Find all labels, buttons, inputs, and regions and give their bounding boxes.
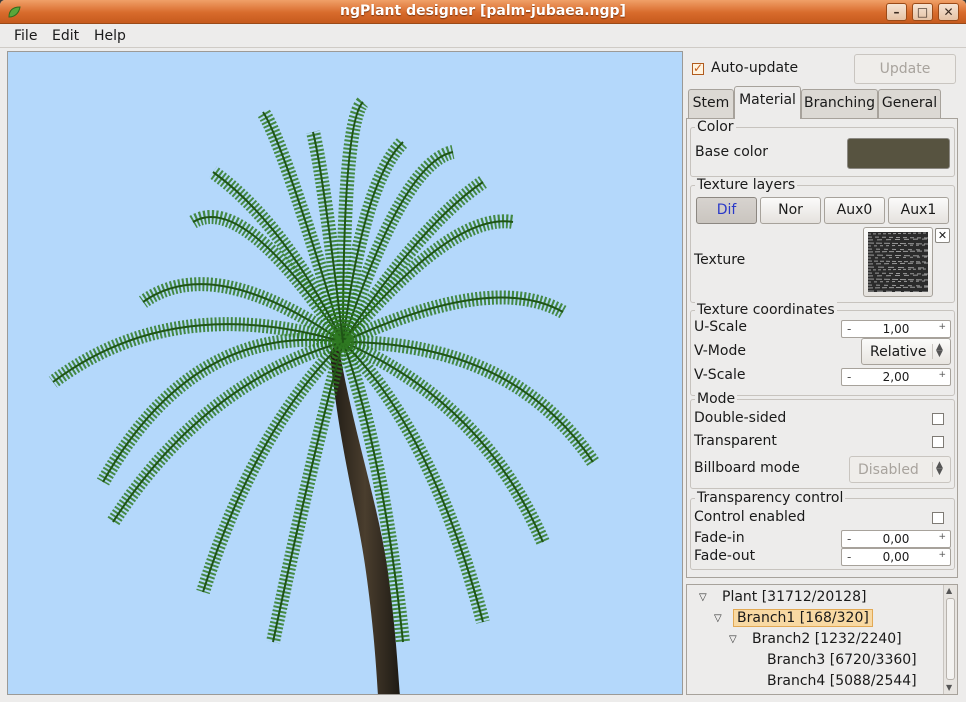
fade-out-label: Fade-out: [694, 548, 756, 564]
base-color-swatch[interactable]: [847, 138, 950, 169]
mode-title: Mode: [695, 391, 738, 407]
v-mode-value: Relative: [870, 344, 927, 360]
updown-arrow-icon: ▲ ▼: [932, 461, 946, 477]
menu-bar: File Edit Help: [0, 24, 966, 48]
v-scale-label: V-Scale: [694, 367, 746, 383]
transparent-checkbox[interactable]: [932, 436, 944, 448]
fade-in-spinbox[interactable]: - 0,00 +: [841, 530, 951, 548]
tree-item-branch3[interactable]: Branch3 [6720/3360]: [767, 652, 917, 668]
layer-aux1-button[interactable]: Aux1: [888, 197, 949, 224]
transparent-label: Transparent: [694, 433, 777, 449]
properties-panel: Auto-update Update Stem Material Branchi…: [686, 51, 960, 695]
bark-texture-image: [868, 232, 928, 292]
fade-in-value: 0,00: [882, 532, 910, 546]
maximize-button[interactable]: □: [912, 3, 933, 21]
tree-item-branch4[interactable]: Branch4 [5088/2544]: [767, 673, 917, 689]
increment-icon[interactable]: +: [938, 532, 946, 542]
double-sided-checkbox[interactable]: [932, 413, 944, 425]
transparency-control-group: Transparency control Control enabled Fad…: [690, 490, 955, 570]
mode-group: Mode Double-sided Transparent Billboard …: [690, 391, 955, 489]
texture-layers-title: Texture layers: [695, 177, 798, 193]
tree-scrollbar[interactable]: ▲ ▼: [943, 585, 957, 694]
expand-triangle-icon[interactable]: ▽: [714, 613, 722, 624]
tab-branching[interactable]: Branching: [801, 89, 878, 118]
3d-viewport[interactable]: [7, 51, 683, 695]
increment-icon[interactable]: +: [938, 322, 946, 332]
increment-icon[interactable]: +: [938, 370, 946, 380]
control-enabled-label: Control enabled: [694, 509, 806, 525]
tree-item-branch2[interactable]: Branch2 [1232/2240]: [752, 631, 902, 647]
fade-in-label: Fade-in: [694, 530, 745, 546]
u-scale-value: 1,00: [882, 322, 910, 336]
palm-tree-render: [48, 97, 599, 694]
auto-update-checkbox[interactable]: [692, 61, 704, 75]
menu-file-label: File: [14, 28, 38, 44]
tab-stem[interactable]: Stem: [688, 89, 734, 118]
remove-texture-icon[interactable]: ✕: [935, 228, 950, 243]
double-sided-label: Double-sided: [694, 410, 787, 426]
updown-arrow-icon: ▲ ▼: [932, 343, 946, 359]
control-enabled-checkbox[interactable]: [932, 512, 944, 524]
increment-icon[interactable]: +: [938, 550, 946, 560]
auto-update-label: Auto-update: [711, 60, 799, 76]
billboard-mode-combo[interactable]: Disabled ▲ ▼: [849, 456, 951, 483]
expand-triangle-icon[interactable]: ▽: [729, 634, 737, 645]
v-mode-label: V-Mode: [694, 343, 746, 359]
texture-layers-group: Texture layers Dif Nor Aux0 Aux1 Texture…: [690, 177, 955, 303]
close-button[interactable]: ✕: [938, 3, 959, 21]
texcoord-title: Texture coordinates: [695, 302, 837, 318]
billboard-mode-label: Billboard mode: [694, 460, 800, 476]
v-scale-value: 2,00: [882, 370, 910, 384]
material-tab-pane: Color Base color Texture layers Dif Nor …: [686, 118, 958, 578]
base-color-label: Base color: [695, 144, 769, 160]
menu-help[interactable]: Help: [94, 28, 126, 44]
v-mode-combo[interactable]: Relative ▲ ▼: [861, 338, 951, 365]
menu-help-label: Help: [94, 28, 126, 44]
tab-general[interactable]: General: [878, 89, 941, 118]
layer-nor-button[interactable]: Nor: [760, 197, 821, 224]
texture-thumbnail-button[interactable]: [863, 227, 933, 297]
texture-label: Texture: [694, 252, 746, 268]
fade-out-value: 0,00: [882, 550, 910, 564]
fronds: [48, 97, 599, 644]
menu-file[interactable]: File: [14, 28, 37, 44]
app-window: ngPlant designer [palm-jubaea.ngp] – □ ✕…: [0, 0, 966, 702]
layer-dif-button[interactable]: Dif: [696, 197, 757, 224]
expand-triangle-icon[interactable]: ▽: [699, 592, 707, 603]
layer-aux0-button[interactable]: Aux0: [824, 197, 885, 224]
title-bar[interactable]: ngPlant designer [palm-jubaea.ngp] – □ ✕: [0, 0, 966, 24]
texture-coordinates-group: Texture coordinates U-Scale - 1,00 + V-M…: [690, 302, 955, 396]
minimize-button[interactable]: –: [886, 3, 907, 21]
billboard-mode-value: Disabled: [858, 462, 919, 478]
menu-edit[interactable]: Edit: [52, 28, 79, 44]
u-scale-spinbox[interactable]: - 1,00 +: [841, 320, 951, 338]
scroll-up-icon[interactable]: ▲: [946, 586, 952, 595]
u-scale-label: U-Scale: [694, 319, 747, 335]
scrollbar-thumb[interactable]: [946, 598, 955, 680]
plant-tree[interactable]: ▽ Plant [31712/20128] ▽ Branch1 [168/320…: [686, 584, 958, 695]
transparency-title: Transparency control: [695, 490, 846, 506]
tab-material[interactable]: Material: [734, 86, 801, 119]
fade-out-spinbox[interactable]: - 0,00 +: [841, 548, 951, 566]
color-group-title: Color: [695, 119, 736, 135]
menu-edit-label: Edit: [52, 28, 80, 44]
update-button[interactable]: Update: [854, 54, 956, 84]
scroll-down-icon[interactable]: ▼: [946, 683, 952, 692]
window-title: ngPlant designer [palm-jubaea.ngp]: [340, 3, 626, 19]
v-scale-spinbox[interactable]: - 2,00 +: [841, 368, 951, 386]
color-group: Color Base color: [690, 119, 955, 177]
tree-item-branch1[interactable]: Branch1 [168/320]: [733, 609, 873, 627]
tree-item-plant[interactable]: Plant [31712/20128]: [722, 589, 866, 605]
